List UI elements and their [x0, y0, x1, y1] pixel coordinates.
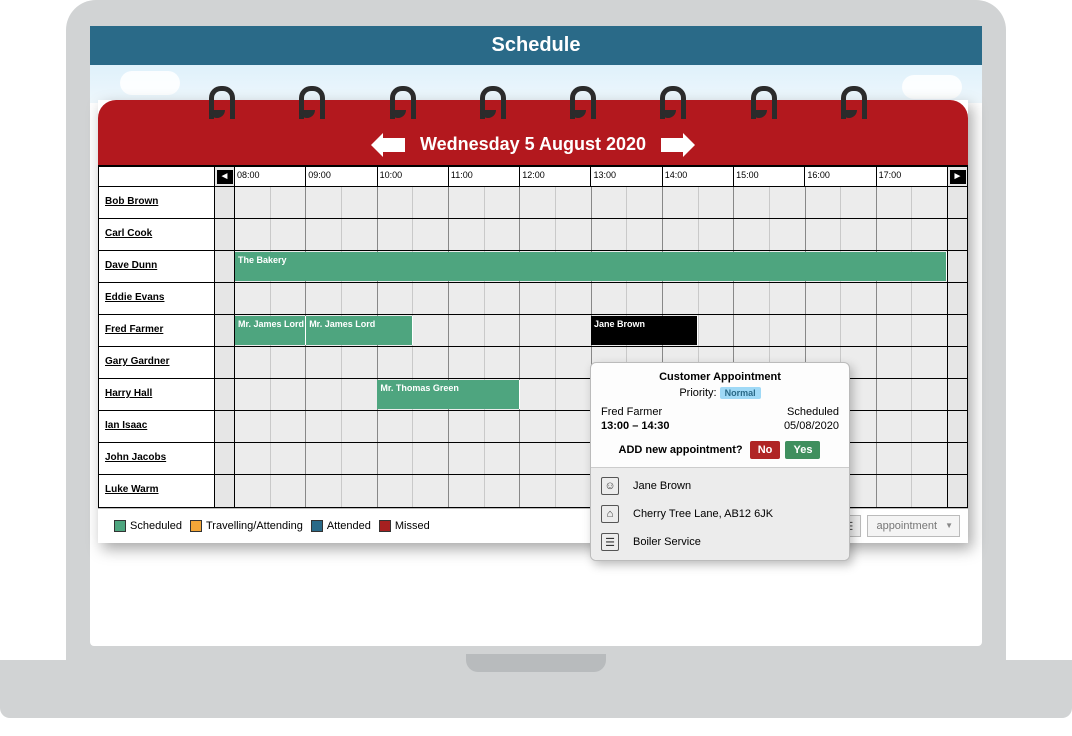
popup-yes-button[interactable]: Yes [785, 441, 820, 459]
time-slot: 08:00 [235, 167, 306, 186]
time-slot: 16:00 [805, 167, 876, 186]
laptop-notch [466, 654, 606, 672]
popup-customer-name: Jane Brown [633, 480, 691, 492]
priority-label: Priority: [679, 387, 716, 399]
legend-label: Scheduled [130, 520, 182, 532]
resource-row[interactable]: Fred Farmer Mr. James Lord Mr. James Lor… [99, 315, 967, 347]
popup-date: 05/08/2020 [784, 420, 839, 432]
popup-address-row: ⌂ Cherry Tree Lane, AB12 6JK [591, 500, 849, 528]
resource-name[interactable]: Bob Brown [99, 187, 215, 218]
legend-swatch-travelling [190, 520, 202, 532]
laptop-base [0, 660, 1072, 718]
event-james-lord-2[interactable]: Mr. James Lord [306, 316, 413, 345]
popup-title: Customer Appointment [591, 363, 849, 385]
scroll-left-button[interactable]: ◄ [217, 170, 233, 184]
popup-ask-row: ADD new appointment? No Yes [591, 433, 849, 467]
app-title: Schedule [492, 34, 581, 56]
popup-status: Scheduled [787, 406, 839, 418]
event-james-lord-1[interactable]: Mr. James Lord [235, 316, 306, 345]
time-slot: 13:00 [591, 167, 662, 186]
time-header-cells: 08:00 09:00 10:00 11:00 12:00 13:00 14:0… [235, 167, 947, 186]
popup-no-button[interactable]: No [750, 441, 781, 459]
document-icon: ☰ [601, 533, 619, 551]
popup-service-row: ☰ Boiler Service [591, 528, 849, 556]
scroll-right-col: ► [947, 167, 967, 186]
resource-name[interactable]: Harry Hall [99, 379, 215, 410]
resource-name[interactable]: Fred Farmer [99, 315, 215, 346]
resource-name[interactable]: Dave Dunn [99, 251, 215, 282]
legend-swatch-scheduled [114, 520, 126, 532]
resource-name[interactable]: Ian Isaac [99, 411, 215, 442]
time-slot: 12:00 [520, 167, 591, 186]
time-slot: 11:00 [449, 167, 520, 186]
person-icon: ☺ [601, 477, 619, 495]
resource-row[interactable]: Carl Cook [99, 219, 967, 251]
event-thomas-green[interactable]: Mr. Thomas Green [377, 380, 519, 409]
resource-name[interactable]: Luke Warm [99, 475, 215, 507]
legend-label: Travelling/Attending [206, 520, 303, 532]
popup-priority-row: Priority: Normal [591, 385, 849, 405]
current-date-label: Wednesday 5 August 2020 [420, 134, 646, 154]
event-jane-brown[interactable]: Jane Brown [591, 316, 698, 345]
scroll-left-col: ◄ [215, 167, 235, 186]
home-icon: ⌂ [601, 505, 619, 523]
binder-rings [98, 86, 968, 114]
popup-ask-text: ADD new appointment? [619, 444, 743, 456]
app-header: Schedule [90, 26, 982, 65]
legend-label: Missed [395, 520, 430, 532]
resource-name[interactable]: Carl Cook [99, 219, 215, 250]
time-slot: 15:00 [734, 167, 805, 186]
popup-service: Boiler Service [633, 536, 701, 548]
next-day-button[interactable] [661, 138, 687, 152]
popup-timerange: 13:00 – 14:30 [601, 420, 670, 432]
time-slot: 09:00 [306, 167, 377, 186]
legend-label: Attended [327, 520, 371, 532]
prev-day-button[interactable] [379, 138, 405, 152]
time-header-row: ◄ 08:00 09:00 10:00 11:00 12:00 13:00 14… [99, 167, 967, 187]
resource-name[interactable]: John Jacobs [99, 443, 215, 474]
popup-details-list: ☺ Jane Brown ⌂ Cherry Tree Lane, AB12 6J… [591, 467, 849, 560]
time-slot: 14:00 [663, 167, 734, 186]
resource-name[interactable]: Gary Gardner [99, 347, 215, 378]
resource-name[interactable]: Eddie Evans [99, 283, 215, 314]
popup-address: Cherry Tree Lane, AB12 6JK [633, 508, 773, 520]
event-the-bakery[interactable]: The Bakery [235, 252, 947, 281]
resource-row[interactable]: Dave Dunn The Bakery [99, 251, 967, 283]
appointment-popup: Customer Appointment Priority: Normal Fr… [590, 362, 850, 561]
resource-row[interactable]: Eddie Evans [99, 283, 967, 315]
time-slot: 10:00 [378, 167, 449, 186]
legend-swatch-attended [311, 520, 323, 532]
schedule-date-bar: Wednesday 5 August 2020 [98, 100, 968, 165]
popup-resource: Fred Farmer [601, 406, 662, 418]
scroll-right-button[interactable]: ► [950, 170, 966, 184]
resource-row[interactable]: Bob Brown [99, 187, 967, 219]
legend-swatch-missed [379, 520, 391, 532]
popup-customer-row: ☺ Jane Brown [591, 472, 849, 500]
time-slot: 17:00 [877, 167, 947, 186]
book-appointment-dropdown[interactable]: appointment [867, 515, 960, 537]
name-col-header [99, 167, 215, 186]
priority-badge: Normal [720, 387, 761, 399]
